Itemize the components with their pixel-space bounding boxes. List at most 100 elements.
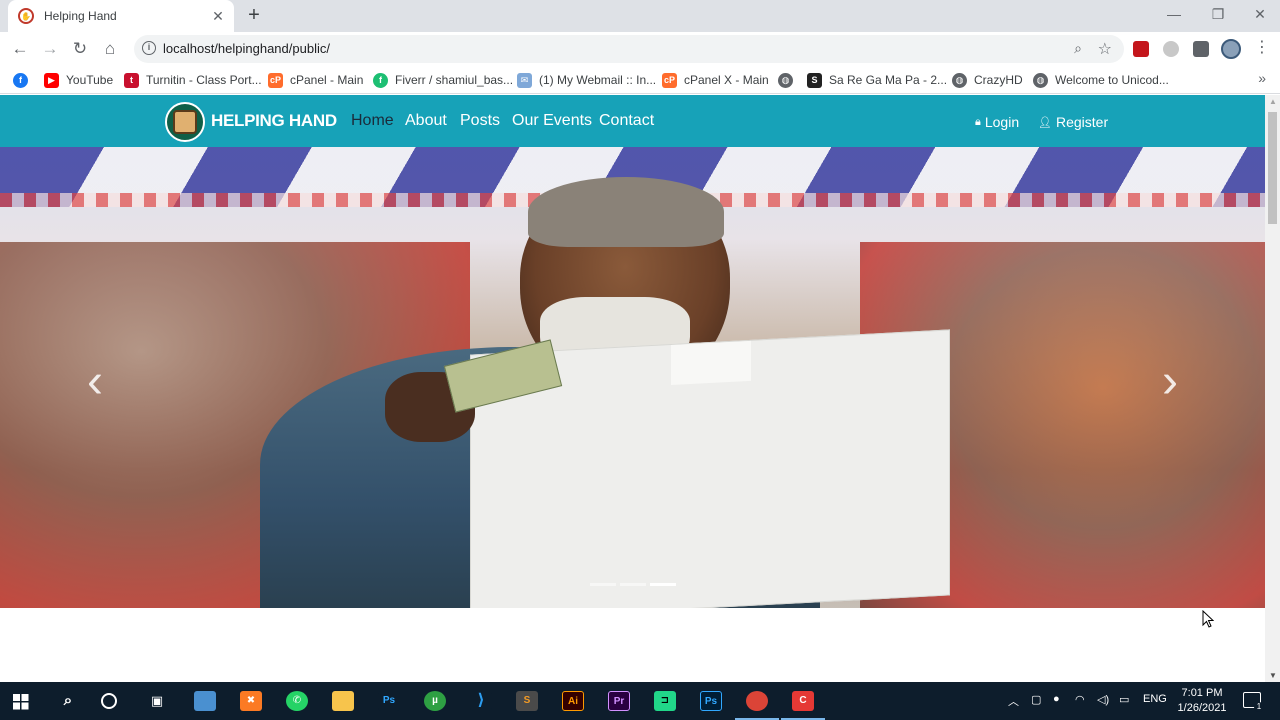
close-window-button[interactable]: ✕ (1238, 0, 1280, 30)
fiverr-icon: f (373, 72, 388, 88)
clock-date: 1/26/2021 (1177, 702, 1227, 714)
cortana-icon[interactable] (101, 693, 117, 709)
whatsapp-icon[interactable]: ✆ (286, 691, 308, 711)
site-brand[interactable]: HELPING HAND (211, 111, 337, 131)
clock-time: 7:01 PM (1181, 687, 1223, 699)
scroll-up-icon[interactable]: ▲ (1269, 97, 1277, 106)
codeigniter-icon[interactable]: C (792, 691, 814, 711)
new-tab-button[interactable]: + (244, 4, 264, 28)
site-info-icon[interactable]: i (142, 41, 156, 55)
chrome-icon[interactable] (746, 691, 768, 711)
more-bookmarks-icon[interactable]: » (1258, 70, 1266, 86)
page-viewport: HELPING HAND Home About Posts Our Events… (0, 95, 1280, 682)
bookmark-label: Fiverr / shamiul_bas... (395, 73, 514, 87)
utorrent-icon[interactable]: µ (424, 691, 446, 711)
site-logo-icon[interactable] (165, 102, 205, 142)
user-icon: 👤︎ (1038, 116, 1052, 129)
vscode-icon[interactable]: ⟩ (470, 691, 492, 711)
sublime-icon[interactable]: S (516, 691, 538, 711)
minimize-window-button[interactable]: — (1152, 0, 1196, 30)
address-bar[interactable]: i localhost/helpinghand/public/ ⌕ ☆ (134, 35, 1124, 63)
bookmark-webmail[interactable]: ✉ (1) My Webmail :: In... (517, 71, 656, 89)
bookmark-cpanel-x[interactable]: cP cPanel X - Main (662, 71, 769, 89)
scroll-down-icon[interactable]: ▼ (1269, 671, 1277, 680)
wifi-icon[interactable]: ◠ (1075, 693, 1085, 706)
webmail-icon: ✉ (517, 72, 532, 88)
nav-our-events[interactable]: Our Events (512, 112, 592, 130)
show-hidden-icons[interactable]: ︿ (1008, 693, 1019, 709)
notification-count: 1 (1254, 702, 1264, 712)
bookmark-facebook[interactable]: f (13, 71, 35, 89)
extension-red-icon[interactable] (1133, 41, 1149, 57)
reload-button[interactable]: ↻ (69, 38, 91, 60)
carousel-prev-chevron-icon[interactable]: ‹ (75, 357, 115, 407)
scrollbar-thumb[interactable] (1268, 112, 1277, 224)
bookmark-label: cPanel X - Main (684, 73, 769, 87)
bookmark-turnitin[interactable]: t Turnitin - Class Port... (124, 71, 262, 89)
home-button[interactable]: ⌂ (99, 38, 121, 60)
photoshop-icon[interactable]: Ps (700, 691, 722, 711)
bookmark-youtube[interactable]: ▶ YouTube (44, 71, 113, 89)
register-link[interactable]: 👤︎ Register (1038, 114, 1108, 130)
browser-tab[interactable]: ✋ Helping Hand ✕ (8, 0, 234, 32)
globe-icon: ◍ (1033, 72, 1048, 88)
carousel-indicators (590, 583, 676, 586)
tab-strip: ✋ Helping Hand ✕ + — ❐ ✕ (0, 0, 1280, 32)
notifications-icon[interactable]: 1 (1243, 692, 1264, 712)
xampp-icon[interactable]: ✖ (240, 691, 262, 711)
nav-home[interactable]: Home (351, 112, 394, 130)
bookmark-globe[interactable]: ◍ (778, 71, 800, 89)
nav-posts[interactable]: Posts (460, 112, 500, 130)
bookmark-label: Welcome to Unicod... (1055, 73, 1169, 87)
app-icon[interactable] (194, 691, 216, 711)
search-icon[interactable]: ⌕ (57, 691, 79, 711)
restore-window-button[interactable]: ❐ (1196, 0, 1240, 30)
premiere-icon[interactable]: Pr (608, 691, 630, 711)
photoshop-icon[interactable]: Ps (378, 691, 400, 711)
nav-contact[interactable]: Contact (599, 112, 654, 130)
url-text[interactable]: localhost/helpinghand/public/ (163, 41, 330, 56)
forward-button[interactable]: → (39, 38, 61, 60)
battery-icon[interactable]: ▭ (1119, 693, 1129, 706)
turnitin-icon: t (124, 72, 139, 88)
hero-carousel: ‹ › (0, 147, 1265, 608)
bookmark-crazyhd[interactable]: ◍ CrazyHD (952, 71, 1023, 89)
lock-icon: 🔒︎ (975, 115, 981, 128)
page-scrollbar[interactable]: ▲ ▼ (1265, 95, 1280, 682)
illustrator-icon[interactable]: Ai (562, 691, 584, 711)
profile-avatar[interactable] (1221, 39, 1241, 59)
site-navbar: HELPING HAND Home About Posts Our Events… (0, 95, 1265, 147)
carousel-indicator-active[interactable] (650, 583, 676, 586)
nav-about[interactable]: About (405, 112, 447, 130)
file-explorer-icon[interactable] (332, 691, 354, 711)
carousel-next-chevron-icon[interactable]: › (1150, 357, 1190, 407)
extension-globe-icon[interactable] (1163, 41, 1179, 57)
bookmark-cpanel-main[interactable]: cP cPanel - Main (268, 71, 363, 89)
windows-start-icon[interactable] (13, 694, 29, 710)
back-button[interactable]: ← (9, 38, 31, 60)
bookmark-unicode[interactable]: ◍ Welcome to Unicod... (1033, 71, 1169, 89)
bookmark-saregamapa[interactable]: S Sa Re Ga Ma Pa - 2... (807, 71, 947, 89)
browser-toolbar: ← → ↻ ⌂ i localhost/helpinghand/public/ … (0, 32, 1280, 66)
input-language[interactable]: ENG (1143, 693, 1167, 705)
login-link[interactable]: 🔒︎ Login (975, 114, 1019, 130)
jetbrains-icon[interactable]: ⊐ (654, 691, 676, 711)
browser-menu-icon[interactable]: ⋮ (1254, 39, 1270, 57)
microphone-icon[interactable]: ● (1053, 693, 1060, 705)
bookmark-label: cPanel - Main (290, 73, 364, 87)
extensions-puzzle-icon[interactable] (1193, 41, 1209, 57)
bookmark-star-icon[interactable]: ☆ (1098, 39, 1112, 59)
globe-icon: ◍ (778, 72, 793, 88)
carousel-indicator[interactable] (620, 583, 646, 586)
bookmark-label: Sa Re Ga Ma Pa - 2... (829, 73, 948, 87)
meet-now-icon[interactable]: ▢ (1031, 693, 1041, 706)
tab-title: Helping Hand (44, 9, 117, 23)
carousel-indicator[interactable] (590, 583, 616, 586)
volume-icon[interactable]: ◁) (1097, 693, 1109, 706)
site-favicon-icon: ✋ (18, 8, 34, 24)
close-tab-icon[interactable]: ✕ (210, 8, 226, 25)
bookmark-fiverr[interactable]: f Fiverr / shamiul_bas... (373, 71, 513, 89)
system-clock[interactable]: 7:01 PM 1/26/2021 (1174, 686, 1230, 716)
task-view-icon[interactable]: ▣ (146, 691, 168, 711)
zoom-icon[interactable]: ⌕ (1074, 40, 1082, 57)
